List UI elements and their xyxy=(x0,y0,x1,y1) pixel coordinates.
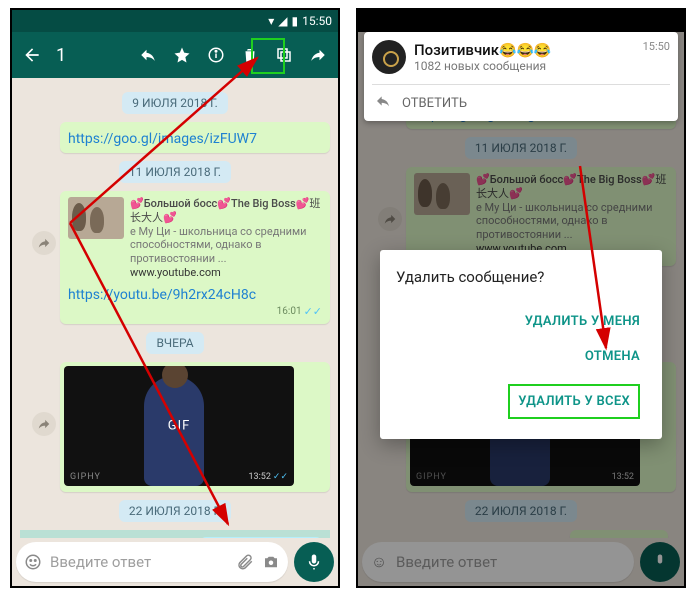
composer: Введите ответ xyxy=(16,542,334,582)
notif-subtitle: 1082 новых сообщения xyxy=(414,59,635,73)
forward-bubble-icon[interactable] xyxy=(32,412,56,436)
gif-preview[interactable]: GIF GIPHY 13:52✓✓ xyxy=(64,366,294,486)
phone-right: https://goo.gl/images/izFUW7 11 ИЮЛЯ 201… xyxy=(356,8,686,588)
forward-bubble-icon[interactable] xyxy=(32,231,56,255)
date-chip: 11 ИЮЛЯ 2018 Г. xyxy=(119,161,231,183)
delete-dialog: Удалить сообщение? УДАЛИТЬ У МЕНЯ ОТМЕНА… xyxy=(380,250,662,439)
phone-left: ▾ ◢ ▮ 15:50 1 9 ИЮЛЯ 2018 Г. https xyxy=(10,8,340,588)
battery-icon: ▮ xyxy=(292,14,299,28)
input-placeholder[interactable]: Введите ответ xyxy=(50,553,228,571)
notif-time: 15:50 xyxy=(643,40,670,53)
chat-area[interactable]: 9 ИЮЛЯ 2018 Г. https://goo.gl/images/izF… xyxy=(12,78,338,538)
message-gif[interactable]: GIF GIPHY 13:52✓✓ xyxy=(60,362,330,492)
notification-card[interactable]: Позитивчик😂😂😂 1082 новых сообщения 15:50… xyxy=(364,32,678,121)
preview-thumbnail xyxy=(68,197,124,239)
emoji-icon[interactable] xyxy=(24,553,42,571)
message-selected[interactable]: привет 15:50 ✓✓ xyxy=(200,537,322,539)
info-icon[interactable] xyxy=(200,39,232,71)
status-bar: ▾ ◢ ▮ 15:50 xyxy=(12,10,338,32)
status-time: 15:50 xyxy=(302,14,332,28)
forward-icon[interactable] xyxy=(302,39,334,71)
msg-time: 13:52 xyxy=(248,472,270,482)
notif-reply-button[interactable]: ОТВЕТИТЬ xyxy=(372,84,670,113)
camera-icon[interactable] xyxy=(262,553,280,571)
date-chip: 9 ИЮЛЯ 2018 Г. xyxy=(122,92,227,114)
star-icon[interactable] xyxy=(166,39,198,71)
dialog-title: Удалить сообщение? xyxy=(396,268,646,286)
copy-icon[interactable] xyxy=(268,39,300,71)
reply-icon[interactable] xyxy=(132,39,164,71)
signal-icon: ◢ xyxy=(278,14,287,28)
wifi-icon: ▾ xyxy=(268,14,274,28)
link-text[interactable]: https://youtu.be/9h2rx24cH8c xyxy=(68,287,256,303)
preview-desc: e Му Ци - школьница со средними способно… xyxy=(130,225,322,266)
message-youtube[interactable]: 💕Большой босс💕The Big Boss💕班长大人💕 e Му Ци… xyxy=(60,191,330,324)
cancel-button[interactable]: ОТМЕНА xyxy=(396,339,646,374)
notif-title: Позитивчик xyxy=(414,41,499,59)
mic-button[interactable] xyxy=(294,542,334,582)
read-ticks-icon: ✓✓ xyxy=(304,305,322,318)
date-chip: ВЧЕРА xyxy=(146,332,203,354)
selection-count: 1 xyxy=(56,45,130,66)
delete-for-everyone-button[interactable]: УДАЛИТЬ У ВСЕХ xyxy=(508,384,640,419)
msg-time: 16:01 xyxy=(277,306,302,317)
back-icon[interactable] xyxy=(16,39,48,71)
preview-site: www.youtube.com xyxy=(130,266,322,280)
date-chip: 22 ИЮЛЯ 2018 Г. xyxy=(119,500,231,522)
input-box[interactable]: Введите ответ xyxy=(16,542,288,582)
attach-icon[interactable] xyxy=(236,553,254,571)
notif-emoji: 😂😂😂 xyxy=(499,43,551,59)
selection-header: 1 xyxy=(12,32,338,78)
selected-message-row[interactable]: привет 15:50 ✓✓ xyxy=(20,530,330,539)
delete-for-me-button[interactable]: УДАЛИТЬ У МЕНЯ xyxy=(396,304,646,339)
gif-label: GIF xyxy=(168,418,191,433)
link-text[interactable]: https://goo.gl/images/izFUW7 xyxy=(68,131,257,147)
giphy-label: GIPHY xyxy=(70,472,101,482)
preview-title: 💕Большой босс💕The Big Boss💕班长大人💕 xyxy=(130,197,322,225)
reply-icon xyxy=(372,93,394,113)
message-link[interactable]: https://goo.gl/images/izFUW7 xyxy=(60,122,330,153)
reply-label: ОТВЕТИТЬ xyxy=(402,96,467,111)
trash-icon[interactable] xyxy=(234,39,266,71)
avatar xyxy=(372,40,406,74)
read-ticks-icon: ✓✓ xyxy=(273,472,288,482)
link-preview[interactable]: 💕Большой босс💕The Big Boss💕班长大人💕 e Му Ци… xyxy=(68,197,322,280)
